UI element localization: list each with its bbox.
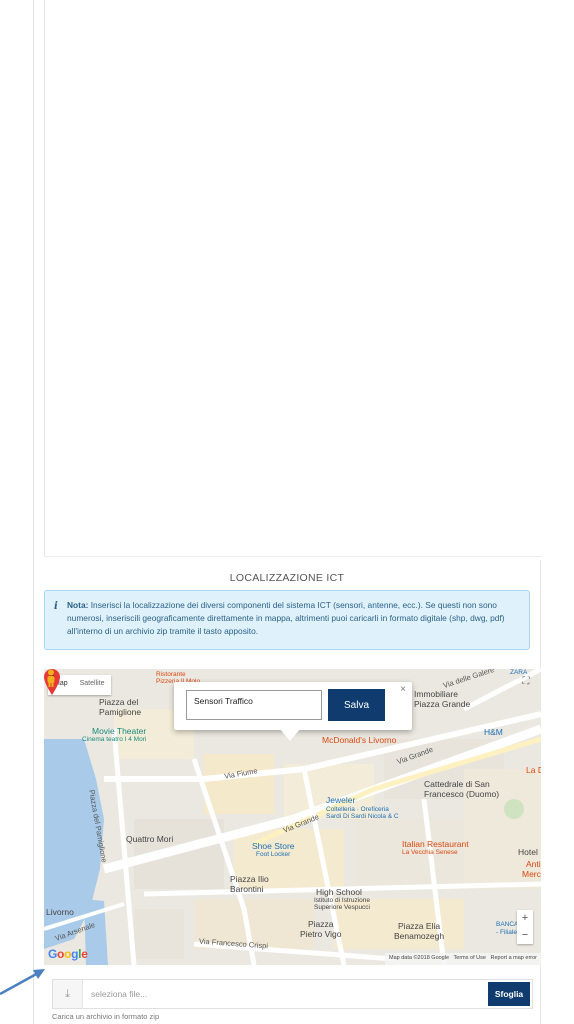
zoom-in-button[interactable]: + <box>517 910 533 927</box>
map-label: Cattedrale di San Francesco (Duomo) <box>424 779 500 799</box>
map-label: BANCA - Filiale <box>496 921 519 936</box>
map-label: Istituto di Istruzione Superiore Vespucc… <box>314 897 371 911</box>
map-label: Piazza Pietro Vigo <box>300 919 342 939</box>
info-icon: i <box>54 601 58 612</box>
info-note: i Nota: Inserisci la localizzazione dei … <box>44 590 530 650</box>
map-label: Jeweler <box>326 795 356 805</box>
map-label: Quattro Mori <box>126 834 174 844</box>
map-label: La Vecchia Senese <box>402 849 458 856</box>
attribution-data: Map data ©2018 Google <box>389 955 450 961</box>
map-type-satellite[interactable]: Satellite <box>74 675 111 695</box>
map-label: Immobiliare <box>414 689 458 699</box>
map-label: La D <box>526 765 541 775</box>
marker-info-window: Salva × <box>174 682 412 741</box>
info-window-tail <box>280 729 300 741</box>
map-label: Movie Theater <box>92 726 147 736</box>
report-error-link[interactable]: Report a map error <box>491 955 537 961</box>
upper-blank-panel <box>33 0 542 560</box>
map-label: Merc <box>522 869 541 879</box>
map-attribution: Map data ©2018 Google Terms of Use Repor… <box>385 953 541 965</box>
note-text: Inserisci la localizzazione dei diversi … <box>67 600 505 636</box>
map-label: Shoe Store <box>252 841 295 851</box>
map-label: Foot Locker <box>256 851 291 858</box>
browse-button[interactable]: Sfoglia <box>488 982 530 1006</box>
map-label: Anti <box>526 859 541 869</box>
close-icon[interactable]: × <box>400 684 406 695</box>
file-name-field[interactable]: seleziona file... <box>91 989 147 999</box>
google-logo: Google <box>48 947 88 961</box>
zoom-control: + − <box>517 910 533 944</box>
map-label: High School <box>316 887 362 897</box>
annotation-arrow-icon <box>0 969 45 996</box>
marker-label-input[interactable] <box>186 690 322 720</box>
note-label: Nota: <box>67 600 89 610</box>
panel-divider <box>44 556 542 557</box>
street-view-pegman-icon[interactable] <box>44 669 58 687</box>
map-label: Piazza Elia Benamozegh <box>394 921 445 941</box>
map-label: Coltelleria · Oreficeria Sardi Di Sardi … <box>326 806 399 820</box>
file-upload: ⤓ seleziona file... Sfoglia <box>52 979 533 1009</box>
page-root: LOCALIZZAZIONE ICT i Nota: Inserisci la … <box>0 0 574 1024</box>
ict-localization-card: LOCALIZZAZIONE ICT i Nota: Inserisci la … <box>33 560 541 1024</box>
map-label: Piazza Ilio Barontini <box>230 874 269 894</box>
map-label: Italian Restaurant <box>402 839 469 849</box>
panel-divider <box>44 0 45 556</box>
save-button[interactable]: Salva <box>328 689 385 721</box>
fullscreen-icon[interactable]: ⛶ <box>519 675 533 689</box>
map-label: McDonald's Livorno <box>322 735 397 745</box>
map-label: Livorno <box>46 907 74 917</box>
upload-hint: Carica un archivio in formato zip <box>52 1012 160 1021</box>
map-view[interactable]: Map Satellite ⛶ Ristorante Pizzeria Il M… <box>44 669 541 965</box>
download-icon: ⤓ <box>53 980 83 1008</box>
map-label: ZARA <box>510 669 528 676</box>
zoom-out-button[interactable]: − <box>517 927 533 944</box>
terms-link[interactable]: Terms of Use <box>454 955 486 961</box>
map-label: Hotel <box>518 847 538 857</box>
map-label: Piazza del Pamiglione <box>99 697 142 717</box>
map-label: H&M <box>484 727 503 737</box>
map-label: Piazza Grande <box>414 699 471 709</box>
map-label: Cinema teatro I 4 Mori <box>82 736 147 743</box>
section-title: LOCALIZZAZIONE ICT <box>229 572 345 584</box>
